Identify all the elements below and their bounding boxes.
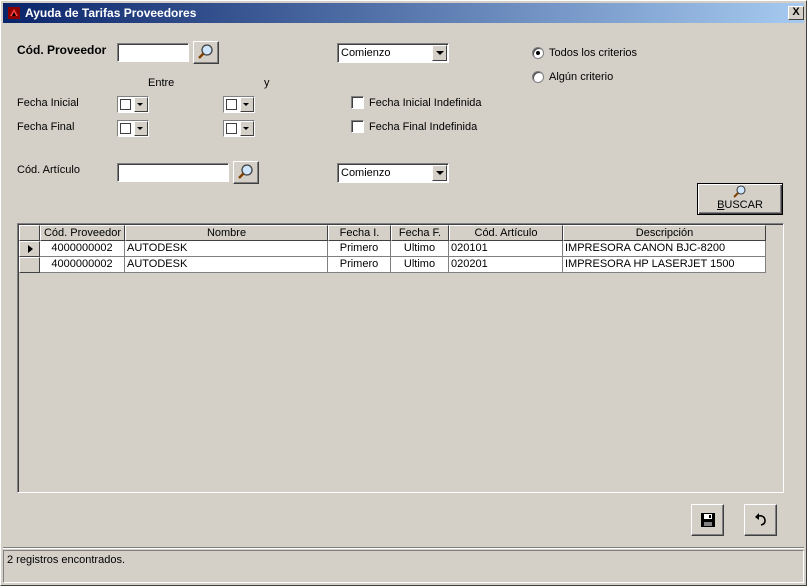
radio-todos-label: Todos los criterios bbox=[549, 47, 638, 59]
cod-articulo-label: Cód. Artículo bbox=[17, 164, 80, 176]
fecha-final-hasta-picker[interactable] bbox=[223, 120, 255, 137]
title-bar[interactable]: Ayuda de Tarifas Proveedores X bbox=[3, 3, 804, 23]
cell-descripcion[interactable]: IMPRESORA CANON BJC-8200 bbox=[563, 241, 766, 257]
fecha-final-indefinida-label: Fecha Final Indefinida bbox=[369, 121, 478, 133]
fecha-final-desde-picker[interactable] bbox=[117, 120, 149, 137]
date-checkbox[interactable] bbox=[120, 99, 131, 110]
col-header-nombre[interactable]: Nombre bbox=[125, 225, 328, 241]
magnifier-icon bbox=[238, 164, 253, 179]
status-bar: 2 registros encontrados. bbox=[3, 550, 804, 583]
chevron-down-icon[interactable] bbox=[240, 97, 254, 112]
floppy-disk-icon bbox=[700, 513, 715, 527]
proveedor-match-value: Comienzo bbox=[341, 47, 391, 59]
undo-arrow-icon bbox=[754, 513, 766, 526]
cod-proveedor-label: Cód. Proveedor bbox=[17, 43, 107, 57]
save-button[interactable] bbox=[691, 504, 724, 536]
cell-fecha-f[interactable]: Ultimo bbox=[391, 241, 449, 257]
radio-todos-criterios[interactable] bbox=[532, 47, 544, 59]
col-header-cod-proveedor[interactable]: Cód. Proveedor bbox=[40, 225, 125, 241]
row-indicator[interactable] bbox=[19, 241, 40, 257]
cell-cod-proveedor[interactable]: 4000000002 bbox=[40, 241, 125, 257]
proveedor-match-select[interactable]: Comienzo bbox=[337, 43, 449, 63]
magnifier-icon bbox=[733, 185, 746, 198]
separator bbox=[3, 547, 804, 549]
col-header-fecha-i[interactable]: Fecha I. bbox=[328, 225, 391, 241]
col-header-fecha-f[interactable]: Fecha F. bbox=[391, 225, 449, 241]
window-title: Ayuda de Tarifas Proveedores bbox=[25, 6, 197, 20]
buscar-button[interactable]: BUSCAR bbox=[697, 183, 783, 215]
entre-label: Entre bbox=[148, 77, 175, 89]
cod-articulo-input[interactable] bbox=[117, 163, 229, 182]
status-text: 2 registros encontrados. bbox=[7, 554, 126, 566]
articulo-match-select[interactable]: Comienzo bbox=[337, 163, 449, 183]
y-label: y bbox=[264, 77, 270, 89]
chevron-down-icon[interactable] bbox=[432, 45, 447, 61]
fecha-inicial-indefinida-checkbox[interactable] bbox=[351, 96, 364, 109]
cell-cod-articulo[interactable]: 020201 bbox=[449, 257, 563, 273]
fecha-inicial-hasta-picker[interactable] bbox=[223, 96, 255, 113]
chevron-down-icon[interactable] bbox=[240, 121, 254, 136]
row-indicator-header bbox=[19, 225, 40, 241]
table-row[interactable]: 4000000002 AUTODESK Primero Ultimo 02020… bbox=[19, 257, 766, 273]
app-icon bbox=[8, 7, 20, 19]
cell-fecha-i[interactable]: Primero bbox=[328, 241, 391, 257]
close-button[interactable]: X bbox=[788, 6, 804, 20]
cell-cod-articulo[interactable]: 020101 bbox=[449, 241, 563, 257]
cell-nombre[interactable]: AUTODESK bbox=[125, 241, 328, 257]
window: Ayuda de Tarifas Proveedores X Cód. Prov… bbox=[0, 0, 807, 586]
date-checkbox[interactable] bbox=[226, 123, 237, 134]
fecha-inicial-indefinida-label: Fecha Inicial Indefinida bbox=[369, 97, 482, 109]
row-pointer-icon bbox=[28, 245, 33, 253]
cell-fecha-i[interactable]: Primero bbox=[328, 257, 391, 273]
date-checkbox[interactable] bbox=[226, 99, 237, 110]
chevron-down-icon[interactable] bbox=[432, 165, 447, 181]
row-indicator[interactable] bbox=[19, 257, 40, 273]
fecha-inicial-desde-picker[interactable] bbox=[117, 96, 149, 113]
search-articulo-button[interactable] bbox=[233, 161, 259, 184]
col-header-descripcion[interactable]: Descripción bbox=[563, 225, 766, 241]
magnifier-icon bbox=[198, 44, 213, 59]
cell-descripcion[interactable]: IMPRESORA HP LASERJET 1500 bbox=[563, 257, 766, 273]
cod-proveedor-input[interactable] bbox=[117, 43, 189, 62]
chevron-down-icon[interactable] bbox=[134, 97, 148, 112]
cell-nombre[interactable]: AUTODESK bbox=[125, 257, 328, 273]
cell-cod-proveedor[interactable]: 4000000002 bbox=[40, 257, 125, 273]
col-header-cod-articulo[interactable]: Cód. Artículo bbox=[449, 225, 563, 241]
fecha-final-label: Fecha Final bbox=[17, 121, 75, 133]
buscar-label: BUSCAR bbox=[717, 199, 763, 211]
fecha-inicial-label: Fecha Inicial bbox=[17, 97, 79, 109]
radio-algun-criterio[interactable] bbox=[532, 71, 544, 83]
results-grid[interactable]: Cód. Proveedor Nombre Fecha I. Fecha F. … bbox=[17, 223, 784, 493]
radio-dot bbox=[536, 51, 540, 55]
articulo-match-value: Comienzo bbox=[341, 167, 391, 179]
chevron-down-icon[interactable] bbox=[134, 121, 148, 136]
grid-header: Cód. Proveedor Nombre Fecha I. Fecha F. … bbox=[19, 225, 766, 241]
table-row[interactable]: 4000000002 AUTODESK Primero Ultimo 02010… bbox=[19, 241, 766, 257]
cell-fecha-f[interactable]: Ultimo bbox=[391, 257, 449, 273]
undo-button[interactable] bbox=[744, 504, 777, 536]
date-checkbox[interactable] bbox=[120, 123, 131, 134]
grid-body: Cód. Proveedor Nombre Fecha I. Fecha F. … bbox=[19, 225, 783, 492]
fecha-final-indefinida-checkbox[interactable] bbox=[351, 120, 364, 133]
search-proveedor-button[interactable] bbox=[193, 41, 219, 64]
radio-algun-label: Algún criterio bbox=[549, 71, 614, 83]
